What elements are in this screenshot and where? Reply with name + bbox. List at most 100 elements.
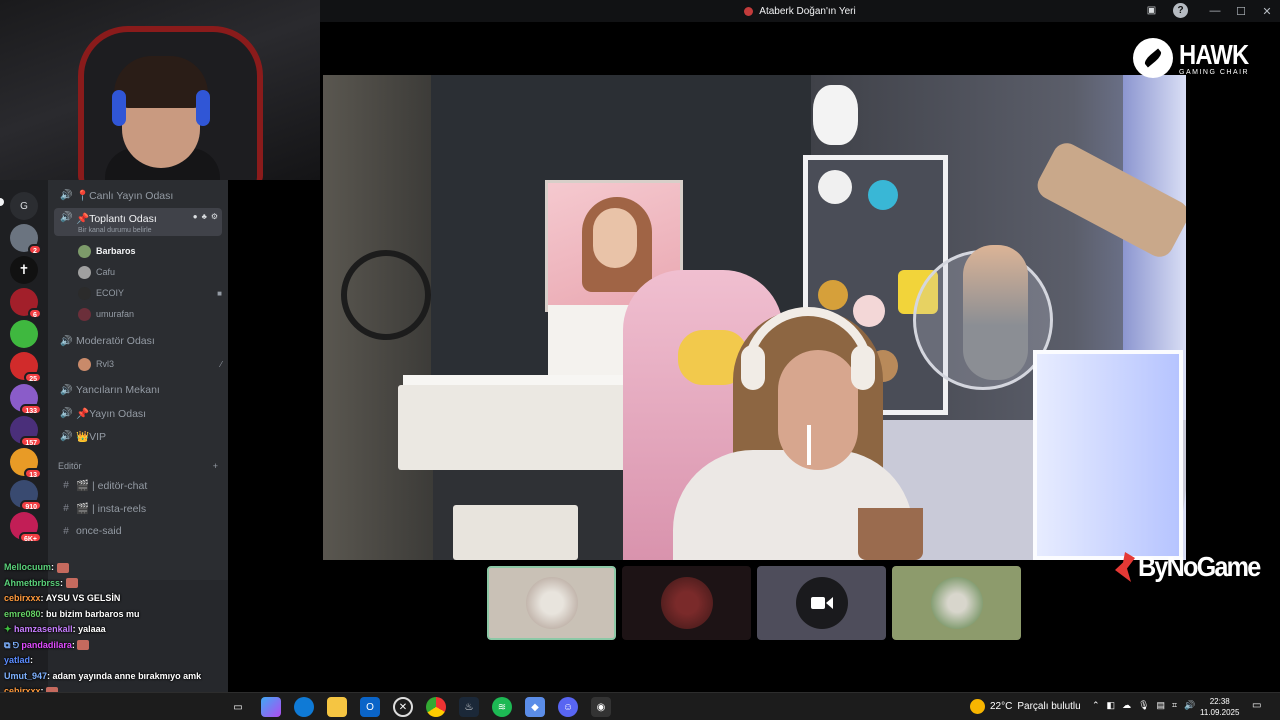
text-channel-insta-reels[interactable]: # 🎬 | insta-reels [54, 497, 222, 519]
voice-user[interactable]: Cafu [78, 262, 222, 282]
channel-status[interactable]: Bir kanal durumu belirle [78, 227, 152, 234]
channel-label: 🎬 | insta-reels [76, 502, 147, 515]
network-icon[interactable]: ⌗ [1172, 700, 1177, 711]
weather-widget[interactable]: 22°C Parçalı bulutlu [970, 699, 1081, 714]
bynogame-logo-text: ByNoGame [1138, 551, 1261, 582]
tray-app-icon[interactable]: ▤ [1157, 700, 1166, 711]
mention-badge: 13 [24, 468, 42, 479]
mention-badge: 6 [28, 308, 42, 319]
obs-icon[interactable]: ◉ [591, 697, 611, 717]
sub-badge-icon: ⧉ ⅁ [4, 639, 22, 650]
participant-tile[interactable] [622, 566, 751, 640]
system-tray: ⌃ ◧ ☁ 🎙 ▤ ⌗ 🔊 [1092, 700, 1195, 711]
notification-icon[interactable]: ▭ [1252, 700, 1261, 711]
chat-bubble-icon[interactable]: ● [193, 212, 198, 221]
voice-channel-canli-yayin[interactable]: 🔊 📍Canlı Yayın Odası [54, 184, 222, 206]
steam-icon[interactable]: ♨ [459, 697, 479, 717]
task-view-icon[interactable]: ▭ [228, 697, 248, 717]
volume-icon[interactable]: 🔊 [1184, 700, 1195, 711]
voice-channel-yanci[interactable]: 🔊 Yancıların Mekanı [54, 379, 222, 401]
mention-badge: 25 [24, 372, 42, 383]
hash-icon: # [63, 502, 69, 514]
participant-tile[interactable] [757, 566, 886, 640]
avatar [78, 307, 91, 321]
minimize-button[interactable]: — [1202, 5, 1228, 17]
discord-icon[interactable]: ☺ [558, 697, 578, 717]
maximize-button[interactable]: ☐ [1228, 5, 1254, 18]
headset-right-icon [196, 90, 210, 126]
emote-icon [56, 562, 69, 573]
chat-user: pandadilara [21, 639, 72, 650]
voice-channel-yayin[interactable]: 🔊 📌Yayın Odası [54, 402, 222, 424]
poster-face [593, 208, 637, 268]
voice-user[interactable]: umurafan [78, 304, 222, 324]
server-icon[interactable]: 6 [10, 288, 42, 319]
taskbar-clock[interactable]: 22:38 11.09.2025 [1200, 696, 1239, 718]
xbox-icon[interactable]: ✕ [393, 697, 413, 717]
file-explorer-icon[interactable] [327, 697, 347, 717]
app-icon[interactable]: ◆ [525, 697, 545, 717]
outlook-icon[interactable]: O [360, 697, 380, 717]
microphone-icon[interactable]: 🎙 [1138, 700, 1149, 711]
chevron-up-icon[interactable]: ⌃ [1092, 700, 1100, 711]
spotify-icon[interactable]: ≋ [492, 697, 512, 717]
emote-icon [65, 578, 78, 589]
chat-user: Ahmetbrbrss [4, 577, 61, 588]
voice-user[interactable]: Barbaros [78, 241, 222, 261]
window-titlebar: Ataberk Doğan'ın Yeri ▣ ? — ☐ ✕ [320, 0, 1280, 22]
plush-toy [813, 85, 858, 145]
tray-app-icon[interactable]: ◧ [1107, 700, 1116, 711]
voice-channel-moderator[interactable]: 🔊 Moderatör Odası [54, 330, 222, 352]
windows-taskbar: ▭ O ✕ ♨ ≋ ◆ ☺ ◉ 22°C Parçalı bulutlu ⌃ ◧… [0, 692, 1280, 720]
participant-strip [487, 566, 1021, 640]
tray-app-icon[interactable]: ☁ [1122, 700, 1131, 711]
main-video-feed[interactable] [323, 75, 1186, 560]
speaker-icon: 🔊 [60, 189, 73, 201]
chat-message: cebirxxx: AYSU VS GELSİN [4, 591, 228, 607]
chat-message: yatlad: [4, 653, 228, 669]
participant-tile[interactable] [892, 566, 1021, 640]
add-channel-icon[interactable]: + [213, 461, 218, 471]
server-icon[interactable]: 910 [10, 480, 42, 511]
chat-text: : adam yayında anne bırakmıyo amk [47, 670, 202, 681]
text-channel-editor-chat[interactable]: # 🎬 | editör-chat [54, 474, 222, 496]
voice-user[interactable]: ECOIY ■ [78, 283, 222, 303]
server-icon[interactable] [10, 320, 38, 348]
chat-user: yatlad [4, 655, 31, 665]
server-icon[interactable]: 2 [10, 224, 42, 255]
server-icon[interactable]: 133 [10, 384, 42, 415]
server-icon[interactable]: 157 [10, 416, 42, 447]
inbox-icon[interactable]: ▣ [1144, 3, 1159, 18]
chat-text: : [60, 577, 64, 588]
voice-user[interactable]: Rvl3 ⁄ [78, 354, 222, 374]
category-label: Editör [58, 461, 82, 471]
channel-label: 📌Toplantı Odası [76, 213, 157, 225]
server-icon-g[interactable]: G [10, 192, 38, 220]
invite-icon[interactable]: ♣ [202, 212, 207, 221]
chat-user: Mellocuum [4, 562, 52, 572]
voice-channel-vip[interactable]: 🔊 👑VIP [54, 425, 222, 447]
copilot-icon[interactable] [261, 697, 281, 717]
hawk-logo: HAWK GAMING CHAIR [1133, 38, 1261, 78]
category-editor[interactable]: Editör + [58, 461, 218, 471]
mention-badge: 133 [20, 404, 42, 415]
close-button[interactable]: ✕ [1254, 5, 1280, 18]
edge-icon[interactable] [294, 697, 314, 717]
channel-label: once-said [76, 525, 122, 537]
speaker-icon: 🔊 [60, 407, 73, 419]
plush-toy [853, 295, 885, 327]
chrome-icon[interactable] [426, 697, 446, 717]
drink-cup [858, 508, 923, 560]
help-icon[interactable]: ? [1173, 3, 1188, 18]
server-icon[interactable]: 6K+ [10, 512, 42, 543]
participant-tile-selected[interactable] [487, 566, 616, 640]
text-channel-once-said[interactable]: # once-said [54, 520, 222, 542]
server-icon[interactable]: 13 [10, 448, 42, 479]
server-icon[interactable]: ✝ [10, 256, 38, 284]
window-title-text: Ataberk Doğan'ın Yeri [759, 5, 856, 17]
earcup [851, 345, 875, 390]
server-icon[interactable]: 25 [10, 352, 42, 383]
cigarette [807, 425, 811, 465]
gear-icon[interactable]: ⚙ [211, 212, 218, 221]
earcup [741, 345, 765, 390]
